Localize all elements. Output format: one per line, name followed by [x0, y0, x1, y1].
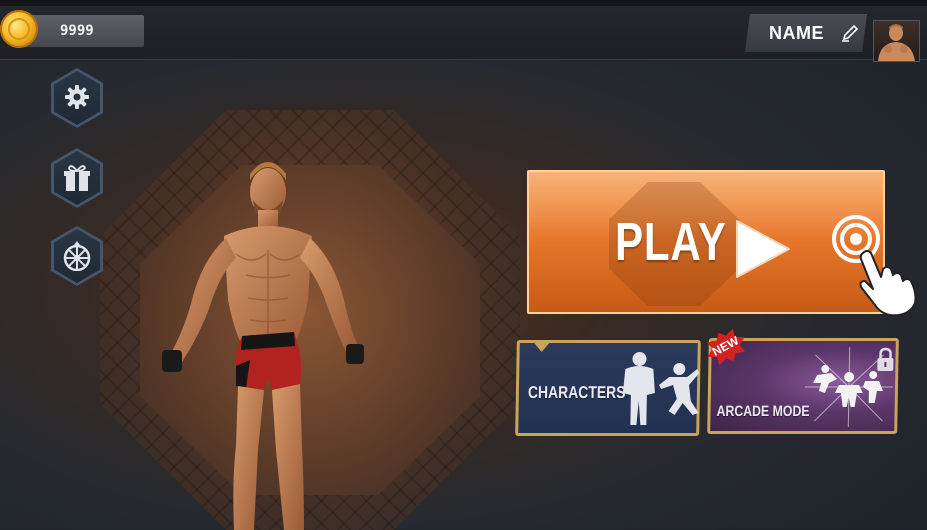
play-button[interactable]: PLAY: [527, 170, 885, 314]
fighters-silhouette-icon: [622, 352, 700, 425]
coin-count: 9999: [60, 23, 94, 39]
characters-card-tab: [532, 340, 552, 352]
fighter-portrait-icon: [878, 24, 915, 61]
player-avatar[interactable]: [873, 20, 920, 62]
play-triangle-icon: [736, 220, 790, 278]
settings-button[interactable]: [51, 68, 103, 128]
wheel-button[interactable]: [51, 226, 103, 286]
fighter-character: [162, 162, 364, 530]
pencil-icon[interactable]: [841, 24, 859, 42]
player-name-box[interactable]: NAME: [745, 14, 867, 52]
gift-button[interactable]: [51, 148, 103, 208]
coin-icon: [0, 10, 38, 48]
pointing-hand-icon: [859, 250, 917, 317]
characters-label: CHARACTERS: [527, 383, 626, 402]
characters-card[interactable]: CHARACTERS: [515, 340, 701, 436]
player-name: NAME: [769, 23, 824, 43]
wheel-icon: [63, 241, 91, 271]
play-label: PLAY: [615, 212, 727, 272]
arcade-mode-label: ARCADE MODE: [716, 403, 810, 420]
gift-icon: [64, 165, 90, 191]
lock-icon: [877, 347, 894, 371]
top-bar: 9999 NAME: [0, 0, 927, 62]
gear-icon: [65, 85, 89, 109]
